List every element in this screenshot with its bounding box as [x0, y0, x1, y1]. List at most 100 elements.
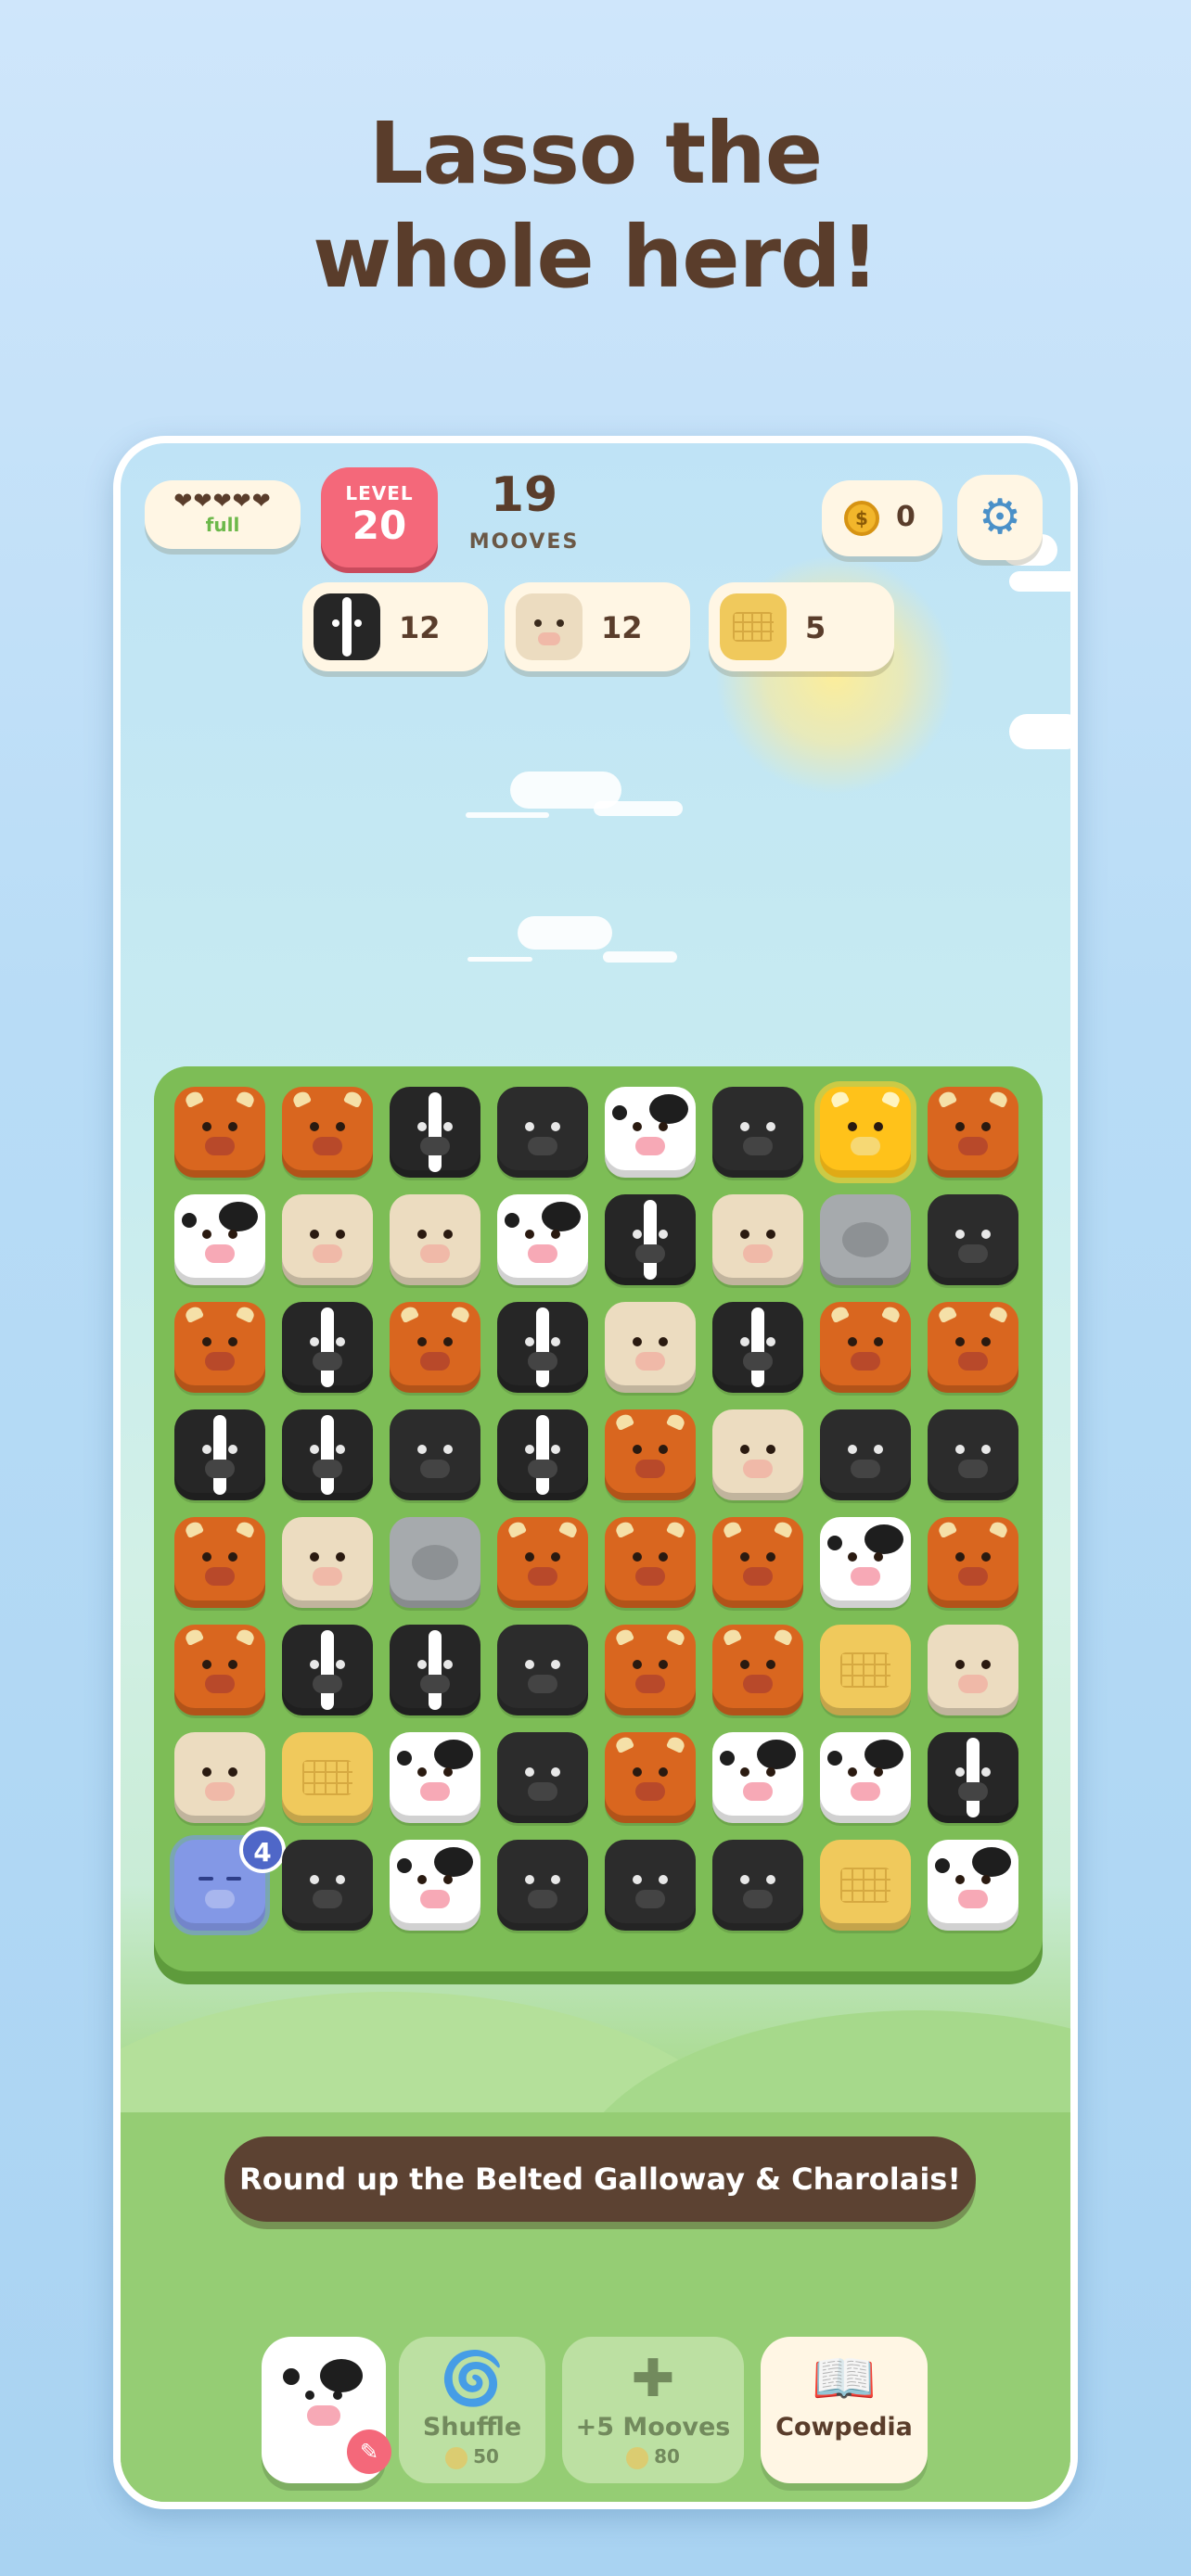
- board-tile-angus[interactable]: [820, 1409, 911, 1500]
- edit-icon[interactable]: ✎: [347, 2429, 391, 2474]
- board-tile-charolais[interactable]: [282, 1517, 373, 1608]
- board-tile-highland[interactable]: [174, 1302, 265, 1393]
- board-tile-highland[interactable]: [174, 1625, 265, 1715]
- board-tile-highland[interactable]: [174, 1087, 265, 1178]
- board-tile-hay[interactable]: [820, 1625, 911, 1715]
- board-tile-highland[interactable]: [820, 1302, 911, 1393]
- board-tile-holstein[interactable]: [390, 1732, 480, 1823]
- book-icon: 📖: [812, 2349, 877, 2409]
- goal-charolais: 12: [505, 582, 690, 671]
- cloud: [1009, 714, 1070, 749]
- board-tile-angus[interactable]: [282, 1840, 373, 1931]
- board-tile-highland[interactable]: [282, 1087, 373, 1178]
- board-tile-holstein[interactable]: [605, 1087, 696, 1178]
- belted-galloway-icon: [314, 593, 380, 660]
- board-tile-angus[interactable]: [928, 1194, 1018, 1285]
- goal-count: 12: [399, 610, 441, 645]
- board-tile-highland[interactable]: [928, 1087, 1018, 1178]
- board-tile-holstein[interactable]: [928, 1840, 1018, 1931]
- board-tile-highland[interactable]: [605, 1517, 696, 1608]
- level-badge: LEVEL 20: [321, 467, 438, 567]
- board-tile-belted[interactable]: [712, 1302, 803, 1393]
- board-tile-belted[interactable]: [928, 1732, 1018, 1823]
- board-tile-belted[interactable]: [390, 1625, 480, 1715]
- shuffle-button[interactable]: 🌀 Shuffle 50: [399, 2337, 545, 2483]
- board-tile-angus[interactable]: [497, 1840, 588, 1931]
- board-tile-angus[interactable]: [497, 1625, 588, 1715]
- board-tile-charolais[interactable]: [174, 1732, 265, 1823]
- board-tile-belted[interactable]: [497, 1409, 588, 1500]
- lives-panel[interactable]: ❤❤❤❤❤ full: [145, 480, 301, 549]
- sleep-counter-badge: 4: [239, 1827, 286, 1873]
- board-tile-rock[interactable]: [820, 1194, 911, 1285]
- shuffle-label: Shuffle: [422, 2413, 522, 2442]
- board-tile-charolais[interactable]: [712, 1409, 803, 1500]
- board-tile-angus[interactable]: [928, 1409, 1018, 1500]
- board-tile-angus[interactable]: [712, 1840, 803, 1931]
- coin-icon: [445, 2446, 468, 2469]
- cloud: [603, 951, 677, 963]
- board-tile-belted[interactable]: [390, 1087, 480, 1178]
- board-tile-rock[interactable]: [390, 1517, 480, 1608]
- board-tile-highland[interactable]: [928, 1302, 1018, 1393]
- board-tile-belted[interactable]: [605, 1194, 696, 1285]
- board-tile-highland[interactable]: [174, 1517, 265, 1608]
- board-tile-angus[interactable]: [605, 1840, 696, 1931]
- board-tile-charolais[interactable]: [390, 1194, 480, 1285]
- board-tile-highland[interactable]: [712, 1625, 803, 1715]
- board-tile-angus[interactable]: [390, 1409, 480, 1500]
- board-tile-highland[interactable]: [390, 1302, 480, 1393]
- board-tile-highland[interactable]: [497, 1517, 588, 1608]
- player-avatar-button[interactable]: ✎: [262, 2337, 391, 2483]
- board-tile-highland[interactable]: [712, 1517, 803, 1608]
- coin-icon: $: [844, 501, 879, 536]
- board-tile-holstein[interactable]: [497, 1194, 588, 1285]
- cowpedia-button[interactable]: 📖 Cowpedia: [761, 2337, 928, 2483]
- board-tile-charolais[interactable]: [605, 1302, 696, 1393]
- cloud: [594, 801, 683, 816]
- board-tile-highland[interactable]: [928, 1517, 1018, 1608]
- game-board: 4: [154, 1066, 1043, 1971]
- cloud: [466, 812, 549, 818]
- headline-line-2: whole herd!: [313, 208, 879, 307]
- coin-icon: [626, 2446, 649, 2469]
- board-tile-golden[interactable]: [820, 1087, 911, 1178]
- board-tile-belted[interactable]: [497, 1302, 588, 1393]
- coin-balance[interactable]: $ 0: [822, 480, 942, 556]
- board-tile-angus[interactable]: [497, 1087, 588, 1178]
- board-tile-holstein[interactable]: [174, 1194, 265, 1285]
- board-tile-hay[interactable]: [282, 1732, 373, 1823]
- board-tile-charolais[interactable]: [712, 1194, 803, 1285]
- board-tile-highland[interactable]: [605, 1409, 696, 1500]
- board-tile-belted[interactable]: [282, 1625, 373, 1715]
- cowpedia-label: Cowpedia: [775, 2413, 913, 2442]
- board-tile-angus[interactable]: [712, 1087, 803, 1178]
- board-tile-highland[interactable]: [605, 1732, 696, 1823]
- settings-button[interactable]: ⚙: [957, 475, 1043, 560]
- cloud: [1009, 571, 1070, 592]
- board-tile-charolais[interactable]: [928, 1625, 1018, 1715]
- extra-moves-price: 80: [562, 2445, 744, 2469]
- board-tile-belted[interactable]: [174, 1409, 265, 1500]
- moves-count: 19: [490, 467, 558, 523]
- board-tile-highland[interactable]: [605, 1625, 696, 1715]
- board-tile-angus[interactable]: [497, 1732, 588, 1823]
- board-tile-holstein[interactable]: [390, 1840, 480, 1931]
- lives-status: full: [205, 514, 240, 536]
- board-tile-charolais[interactable]: [282, 1194, 373, 1285]
- level-label: LEVEL: [345, 482, 414, 504]
- board-tile-hay[interactable]: [820, 1840, 911, 1931]
- goal-count: 12: [601, 610, 643, 645]
- level-number: 20: [352, 503, 407, 548]
- extra-moves-button[interactable]: ✚ +5 Mooves 80: [562, 2337, 744, 2483]
- board-tile-holstein[interactable]: [712, 1732, 803, 1823]
- cloud: [518, 916, 612, 950]
- board-tile-belted[interactable]: [282, 1302, 373, 1393]
- hint-banner: Round up the Belted Galloway & Charolais…: [224, 2136, 976, 2222]
- shuffle-price: 50: [399, 2445, 545, 2469]
- board-tile-holstein[interactable]: [820, 1732, 911, 1823]
- goal-belted-galloway: 12: [302, 582, 488, 671]
- board-tile-holstein[interactable]: [820, 1517, 911, 1608]
- board-tile-belted[interactable]: [282, 1409, 373, 1500]
- coin-value: 0: [896, 501, 916, 533]
